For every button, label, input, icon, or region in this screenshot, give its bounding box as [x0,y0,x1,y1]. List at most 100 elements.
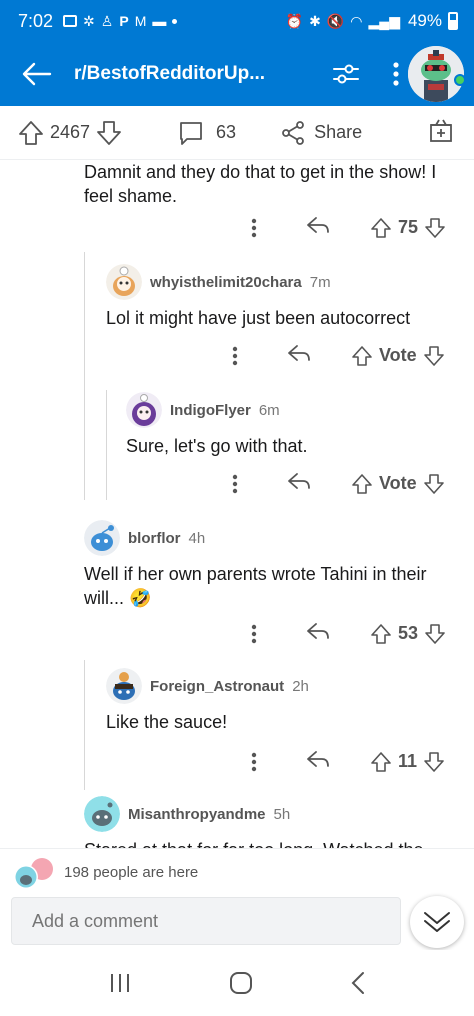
downvote-icon[interactable] [423,345,445,367]
downvote-icon[interactable] [423,751,445,773]
back-button[interactable] [0,42,74,106]
share-button[interactable]: Share [280,120,362,146]
post-vote-group: 2467 [18,120,122,146]
comment-score: 75 [398,217,419,237]
comment-username[interactable]: Foreign_Astronaut [150,678,284,695]
online-status-dot [454,74,466,86]
upvote-icon[interactable] [370,623,392,645]
notification-icons: ✲ ♙ P M ▬ [63,12,178,30]
comment-vote-group: 53 [370,623,418,645]
comment-vote-group: Vote [351,473,417,495]
comment-username[interactable]: blorflor [128,530,181,547]
more-notifications-dot [172,18,178,24]
signal-icon: ▂▄▆ [368,12,400,29]
comment-vote-group: Vote [351,345,417,367]
comment-vote-group: 75 [370,217,418,239]
comment-header: Foreign_Astronaut 2h [106,668,309,704]
status-bar: 7:02 ✲ ♙ P M ▬ ⏰ ✱ 🔇 ◠ ▂▄▆ 49% [0,0,474,42]
paypal-icon: P [119,13,129,29]
system-icons: ⏰ ✱ 🔇 ◠ ▂▄▆ 49% [286,11,458,31]
comment-header: IndigoFlyer 6m [126,392,280,428]
sliders-icon [333,64,359,84]
comment-body: Lol it might have just been autocorrect [106,308,411,328]
reply-icon[interactable] [306,216,330,239]
thread-rail [84,660,85,790]
thread-rail [84,252,85,500]
reply-icon[interactable] [306,750,330,773]
home-icon[interactable] [229,971,253,995]
gift-award-icon [430,119,453,142]
upvote-icon[interactable] [18,120,44,146]
comment-username[interactable]: Misanthropyandme [128,806,266,823]
downvote-icon[interactable] [423,473,445,495]
comment-score: 11 [398,751,418,771]
online-users-icon [14,857,53,889]
gmail-icon: M [134,13,147,29]
comment-age: 5h [273,805,291,823]
comment-more-icon[interactable] [225,474,245,494]
comment-username[interactable]: IndigoFlyer [170,402,251,419]
bluetooth-icon: ✱ [309,12,321,29]
reply-icon[interactable] [287,344,311,367]
comment-body: Like the sauce! [106,712,228,732]
user-avatar[interactable] [106,668,142,704]
system-nav-bar [0,950,474,1016]
recent-apps-icon[interactable] [108,972,132,994]
comment-more-icon[interactable] [244,218,264,238]
user-avatar[interactable] [126,392,162,428]
comment-age: 2h [292,677,309,695]
user-avatar[interactable] [408,46,464,102]
comment-more-icon[interactable] [244,752,264,772]
user-avatar[interactable] [84,796,120,832]
comment-actions: 75 [244,216,446,239]
comment-more-icon[interactable] [244,624,264,644]
award-button[interactable] [428,117,454,148]
comment-body: Damnit and they do that to get in the sh… [84,162,437,206]
comment-actions: 53 [244,622,446,645]
user-avatar[interactable] [106,264,142,300]
comment-body: Sure, let's go with that. [126,436,308,456]
downvote-icon[interactable] [96,120,122,146]
comment-age: 4h [188,529,206,547]
comment-header: blorflor 4h [84,520,205,556]
status-time: 7:02 [18,10,54,31]
sort-filter-button[interactable] [326,54,366,94]
comment-age: 6m [258,401,280,419]
comment-count: 63 [216,122,237,142]
back-nav-icon[interactable] [350,971,366,995]
upvote-icon[interactable] [351,345,373,367]
battery-icon [448,12,458,30]
double-chevron-down-icon [424,912,450,932]
battery-percent: 49% [407,11,442,30]
comment-actions: Vote [225,472,445,495]
downvote-icon[interactable] [424,217,446,239]
chat-icon: ▬ [152,13,167,29]
comment-username[interactable]: whyisthelimit20chara [150,274,302,291]
subreddit-title[interactable]: r/BestofRedditorUp... [74,63,302,85]
wifi-icon: ◠ [350,12,363,29]
user-avatar[interactable] [84,520,120,556]
add-comment-input[interactable] [11,897,401,945]
share-icon [282,120,304,145]
next-comment-button[interactable] [410,896,464,948]
comment-body: Well if her own parents wrote Tahini in … [84,564,427,608]
post-comments-button[interactable]: 63 [178,120,236,146]
upvote-icon[interactable] [370,751,392,773]
share-label: Share [314,122,363,142]
comment-vote-group: 11 [370,751,417,773]
kebab-menu-icon [393,62,399,86]
downvote-icon[interactable] [424,623,446,645]
comment-more-icon[interactable] [225,346,245,366]
comment-actions: Vote [225,344,445,367]
upvote-icon[interactable] [351,473,373,495]
comment-bubble-icon [180,121,202,145]
comment-score: Vote [379,473,417,493]
reply-icon[interactable] [306,622,330,645]
comment-header: Misanthropyandme 5h [84,796,290,832]
upvote-icon[interactable] [370,217,392,239]
presence-avatars [12,855,60,891]
compose-bar [0,896,474,950]
back-arrow-icon [22,62,52,86]
person-icon: ♙ [100,12,114,29]
reply-icon[interactable] [287,472,311,495]
